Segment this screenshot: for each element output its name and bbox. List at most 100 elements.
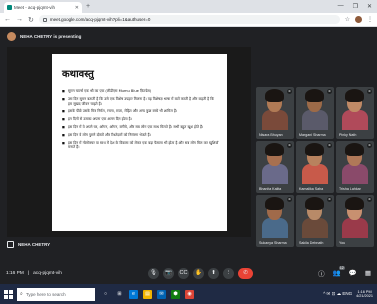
participant-name: Kamalika Saha [299,187,324,191]
call-controls: 🎙 📷 CC ✋ ⬆ ⋮ ✆ [148,267,253,279]
taskbar-apps: ○ ⊞ e ▤ ✉ ⬢ ◉ [101,289,194,299]
meet-stage: NEHA CHETRY is presenting कथावस्तु सुमन … [0,27,377,284]
taskbar-app-icon[interactable]: ○ [101,289,110,299]
windows-start-icon[interactable] [4,289,13,299]
slide-bullet: इस दिन वे लोग पुराने दोस्तों और रिश्तेदा… [62,133,219,138]
windows-taskbar: ⌕ Type here to search ○ ⊞ e ▤ ✉ ⬢ ◉ ^ ✉ ⊡ ☁ EN… [0,284,377,304]
meeting-code: acq-pjqmt-vih [33,270,62,276]
people-button[interactable]: 👥 12 [332,266,345,277]
end-call-button[interactable]: ✆ [238,267,253,279]
slide: कथावस्तु सुमन चार्ल्स एक श्री का एक (लीड… [52,54,227,231]
slide-title: कथावस्तु [62,69,94,80]
browser-toolbar: ← → ↻ meet.google.com/acq-pjqmt-vih?pli=… [0,13,377,27]
address-bar[interactable]: meet.google.com/acq-pjqmt-vih?pli=1&auth… [38,15,340,24]
participant-hair [265,197,284,210]
captions-button[interactable]: CC [178,267,189,279]
presenter-label: NEHA CHETRY is presenting [20,34,82,39]
participant-tile[interactable]: ⊘ Sukanya Sharma [256,195,294,247]
mic-muted-icon: ⊘ [367,143,372,148]
participant-name: Sakila Debnath [299,241,324,245]
participant-name: You [339,241,346,245]
participant-tile[interactable]: ⊘ You [336,195,374,247]
participant-tile[interactable]: ⊘ Trisha Lahkar [336,141,374,193]
clock-date: 4/21/2021 [356,294,373,298]
close-tab-icon[interactable]: ✕ [75,5,79,11]
slide-bullet: उस दिन सुमन बताती है कि उसे एक विशेष उपह… [62,97,219,107]
reload-icon[interactable]: ↻ [28,16,34,24]
participant-tile[interactable]: ⊘ Bhanita Kalita [256,141,294,193]
participant-name: Trisha Lahkar [339,187,361,191]
participant-name: Pinky Nath [339,133,357,137]
taskbar-app-icon[interactable]: ▤ [143,289,152,299]
presentation-area: कथावस्तु सुमन चार्ल्स एक श्री का एक (लीड… [7,47,251,237]
side-panel-controls: ⓘ 👥 12 💬 ▦ [318,266,371,278]
browser-actions: ☆ ⋮ [345,16,373,23]
tray-icons[interactable]: ^ ✉ ⊡ ☁ ENG [323,291,352,297]
participant-hair [305,89,324,102]
menu-dots-icon[interactable]: ⋮ [367,16,373,23]
taskbar-app-icon[interactable]: e [129,289,138,299]
more-options-button[interactable]: ⋮ [223,267,234,279]
taskbar-app-icon[interactable]: ⬢ [171,289,180,299]
participant-tile[interactable]: ⊘ Pinky Nath [336,87,374,139]
taskbar-search[interactable]: ⌕ Type here to search [17,287,95,301]
participant-body [262,110,288,130]
profile-avatar[interactable] [355,16,362,23]
camera-button[interactable]: 📷 [163,267,174,279]
taskbar-app-icon[interactable]: ◉ [185,289,194,299]
participant-tile[interactable]: ⊘ Nisara Bhuyan [256,87,294,139]
new-tab-button[interactable]: + [86,3,90,10]
screen: Meet - acq-pjqmt-vih ✕ + — ❐ ✕ ← → ↻ mee… [0,0,377,304]
slide-bullet: इन दिनों से उसका अपना एक अलग दिन होता है… [62,117,219,122]
mic-muted-icon: ⊘ [287,197,292,202]
participant-grid: ⊘ Nisara Bhuyan ⊘ Margani Sharma ⊘ Pinky Nath… [256,87,374,252]
search-icon: ⌕ [20,291,23,297]
participant-body [342,110,368,130]
raise-hand-button[interactable]: ✋ [193,267,204,279]
participant-tile[interactable]: ⊘ Sakila Debnath [296,195,334,247]
mic-button[interactable]: 🎙 [148,267,159,279]
participant-name: Sukanya Sharma [259,241,287,245]
self-view-label: NEHA CHETRY [7,241,50,248]
participant-hair [265,89,284,102]
maximize-button[interactable]: ❐ [353,3,358,10]
participant-body [342,218,368,238]
participant-body [262,218,288,238]
close-window-button[interactable]: ✕ [367,3,372,10]
people-count: 12 [338,266,345,270]
mic-muted-icon: ⊘ [287,143,292,148]
system-tray: ^ ✉ ⊡ ☁ ENG 1:16 PM 4/21/2021 [323,290,373,299]
participant-hair [265,143,284,156]
meet-favicon-icon [7,5,12,10]
participant-tile[interactable]: ⊘ Kamalika Saha [296,141,334,193]
info-separator: | [27,270,30,276]
participant-tile[interactable]: ⊘ Margani Sharma [296,87,334,139]
slide-bullet: सुमन चार्ल्स एक श्री का एक (लीडीएस Mumu … [62,89,219,94]
url-text: meet.google.com/acq-pjqmt-vih?pli=1&auth… [49,17,151,22]
participant-hair [345,197,364,210]
browser-tab[interactable]: Meet - acq-pjqmt-vih ✕ [4,2,82,13]
present-button[interactable]: ⬆ [208,267,219,279]
minimize-button[interactable]: — [338,3,344,10]
chat-icon[interactable]: 💬 [349,269,357,277]
participant-body [302,110,328,130]
back-arrow-icon[interactable]: ← [4,16,11,23]
taskbar-clock[interactable]: 1:16 PM 4/21/2021 [356,290,373,299]
participant-body [342,164,368,184]
forward-arrow-icon[interactable]: → [16,16,23,23]
participant-body [302,164,328,184]
participant-name: Margani Sharma [299,133,326,137]
people-icon: 👥 [332,270,341,277]
participant-body [302,218,328,238]
browser-tab-bar: Meet - acq-pjqmt-vih ✕ + — ❐ ✕ [0,0,377,13]
taskbar-app-icon[interactable]: ⊞ [115,289,124,299]
presenting-banner: NEHA CHETRY is presenting [7,30,81,43]
taskbar-app-icon[interactable]: ✉ [157,289,166,299]
info-icon[interactable]: ⓘ [318,268,325,278]
star-icon[interactable]: ☆ [345,16,350,23]
pin-icon[interactable] [7,241,14,248]
lock-icon [42,17,47,22]
activities-icon[interactable]: ▦ [365,269,371,277]
participant-name: Nisara Bhuyan [259,133,283,137]
participant-hair [345,143,364,156]
